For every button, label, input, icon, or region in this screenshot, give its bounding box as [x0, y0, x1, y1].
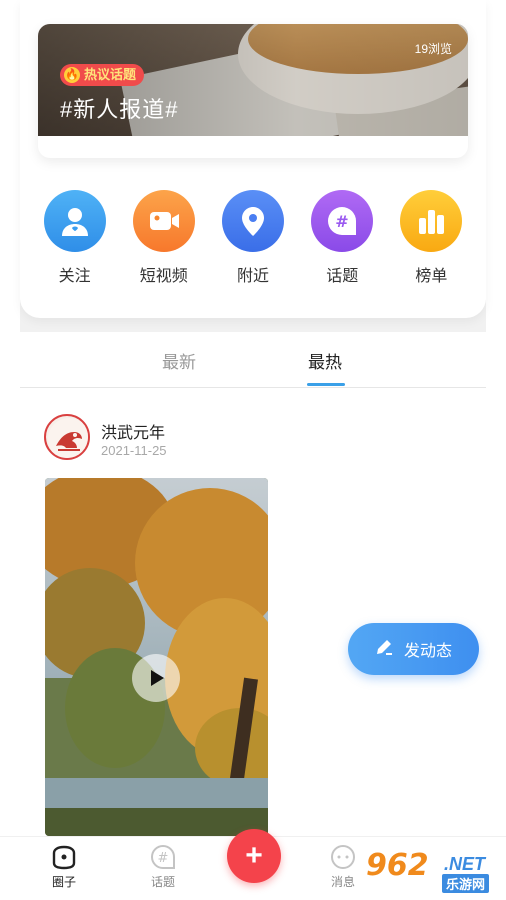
- avatar[interactable]: [44, 414, 90, 460]
- shortcut-label: 榜单: [415, 268, 448, 285]
- circle-home-icon: [52, 845, 76, 870]
- watermark-brand: 962: [366, 848, 429, 883]
- post-author-name[interactable]: 洪武元年: [101, 419, 165, 443]
- ranking-bars-icon: [400, 190, 463, 252]
- nav-circle[interactable]: 圈子: [34, 843, 94, 890]
- active-tab-indicator: [307, 383, 345, 386]
- nav-label: 消息: [330, 875, 355, 889]
- video-thumbnail[interactable]: [45, 478, 268, 836]
- svg-text:#: #: [158, 851, 169, 866]
- pencil-icon: [374, 637, 394, 662]
- watermark-site: 乐游网: [442, 874, 490, 893]
- fire-icon: 🔥: [64, 67, 80, 83]
- tab-hot[interactable]: 最热: [308, 348, 342, 373]
- follow-user-icon: [43, 190, 106, 252]
- feed-tabs: 最新 最热: [20, 332, 486, 388]
- video-camera-icon: [132, 190, 195, 252]
- shortcut-short-video[interactable]: 短视频: [119, 190, 208, 290]
- shortcut-topic[interactable]: # 话题: [298, 190, 387, 290]
- shortcut-nearby[interactable]: 附近: [208, 190, 297, 290]
- shortcut-row: 关注 短视频 附近 # 话题 榜单: [30, 190, 476, 290]
- message-bubble-icon: [331, 845, 355, 869]
- hot-topic-badge: 🔥 热议话题: [60, 64, 145, 86]
- shortcut-label: 短视频: [139, 268, 188, 285]
- location-pin-icon: [222, 190, 284, 252]
- add-post-button[interactable]: +: [227, 829, 281, 883]
- post-update-button[interactable]: 发动态: [348, 623, 479, 675]
- site-watermark: 962 .NET 乐游网: [366, 846, 500, 894]
- post-date: 2021-11-25: [101, 443, 167, 458]
- watermark-net: .NET: [444, 854, 486, 874]
- topic-hashtag-icon: #: [151, 844, 175, 869]
- hot-topic-banner[interactable]: 19浏览 🔥 热议话题 #新人报道#: [38, 24, 468, 158]
- topic-title: #新人报道#: [60, 97, 179, 122]
- post-update-label: 发动态: [404, 643, 453, 660]
- nav-message[interactable]: 消息: [313, 843, 373, 890]
- view-count: 19浏览: [414, 42, 452, 56]
- nav-label: 圈子: [51, 875, 76, 889]
- app-screen: 19浏览 🔥 热议话题 #新人报道# 关注 短视频 附近 # 话题 榜单 最新 …: [0, 0, 506, 900]
- shortcut-ranking[interactable]: 榜单: [387, 190, 476, 290]
- svg-text:#: #: [336, 212, 349, 231]
- plus-icon: +: [245, 839, 263, 872]
- play-icon[interactable]: [132, 654, 180, 702]
- shortcut-label: 话题: [326, 268, 359, 285]
- badge-label: 热议话题: [84, 67, 137, 82]
- nav-label: 话题: [150, 875, 175, 889]
- nav-topic[interactable]: # 话题: [133, 843, 193, 890]
- shortcut-label: 附近: [237, 268, 270, 285]
- hashtag-chat-icon: #: [311, 190, 374, 252]
- shortcut-label: 关注: [58, 268, 91, 285]
- tab-latest[interactable]: 最新: [162, 348, 196, 373]
- shortcut-follow[interactable]: 关注: [30, 190, 119, 290]
